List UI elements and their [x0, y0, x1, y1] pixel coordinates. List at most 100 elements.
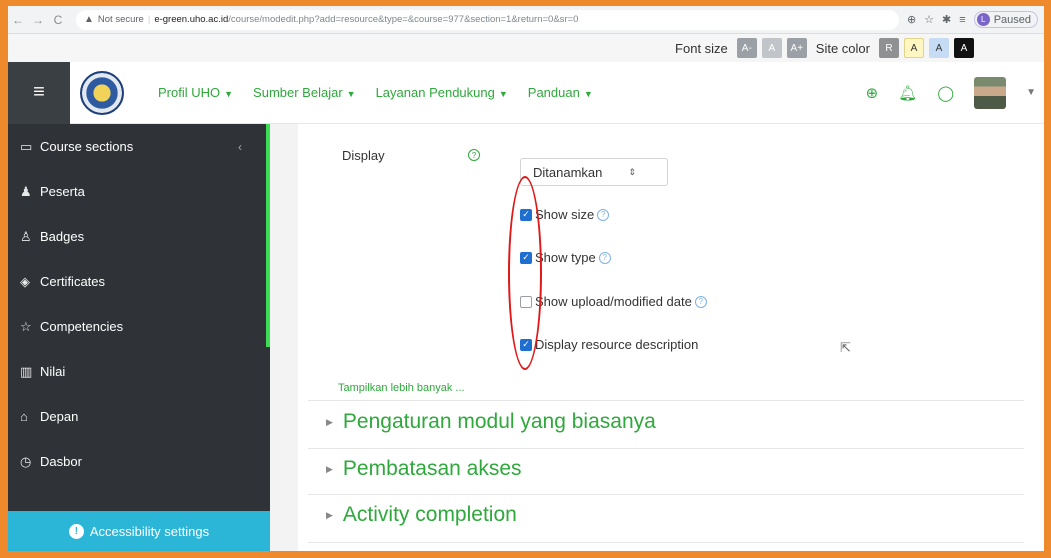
browser-actions: ⊕ ☆ ✱ ≡ L Paused [907, 11, 1044, 28]
course-sidebar: ▭ Course sections ‹ ♟ Peserta ♙ Badges ◈… [8, 124, 270, 551]
display-select[interactable]: Ditanamkan ⇕ [520, 158, 668, 186]
sidebar-item-depan[interactable]: ⌂ Depan [8, 394, 270, 439]
url-path: /course/modedit.php?add=resource&type=&c… [228, 14, 579, 25]
expand-triangle-icon: ▶ [326, 509, 333, 520]
color-blue-button[interactable]: A [929, 38, 949, 58]
sidebar-item-course-sections[interactable]: ▭ Course sections ‹ [8, 124, 270, 169]
section-title: Pembatasan akses [342, 457, 522, 480]
display-description-option[interactable]: ✓ Display resource description [520, 337, 698, 352]
globe-icon[interactable]: ⊕ [866, 84, 879, 102]
caret-down-icon: ▼ [224, 89, 234, 99]
section-divider [308, 448, 1024, 449]
chevron-left-icon[interactable]: ‹ [238, 140, 242, 154]
folder-icon: ▭ [20, 138, 33, 154]
menu-layanan-pendukung[interactable]: Layanan Pendukung ▼ [376, 85, 508, 100]
chat-icon[interactable]: ◯ [937, 84, 954, 102]
sidebar-item-certificates[interactable]: ◈ Certificates [8, 259, 270, 304]
extensions-icon[interactable]: ✱ [942, 13, 951, 26]
sidebar-item-label: Course sections [40, 139, 134, 154]
users-icon: ♟ [20, 183, 32, 199]
menu-label: Layanan Pendukung [375, 85, 495, 100]
display-label: Display [342, 148, 385, 163]
section-access-restrictions[interactable]: ▶ Pembatasan akses [326, 457, 522, 481]
main-content: Display ? Ditanamkan ⇕ ✓ Show size ? ✓ S… [298, 124, 1044, 551]
bell-icon[interactable]: 🔔︎ [898, 84, 917, 102]
primary-menu: Profil UHO ▼ Sumber Belajar ▼ Layanan Pend… [158, 85, 593, 100]
sidebar-item-label: Peserta [40, 184, 85, 199]
reading-list-icon[interactable]: ≡ [959, 14, 965, 26]
menu-profil-uho[interactable]: Profil UHO ▼ [158, 85, 233, 100]
show-type-label: Show type [535, 250, 596, 265]
sidebar-item-label: Certificates [40, 274, 106, 289]
badge-icon: ♙ [20, 228, 32, 244]
profile-button[interactable]: L Paused [973, 11, 1038, 28]
select-arrows-icon: ⇕ [628, 166, 636, 177]
star-icon: ☆ [20, 318, 32, 334]
expand-triangle-icon: ▶ [326, 416, 333, 427]
screenshot-frame: ← → C ▲ Not secure | e-green.uho.ac.id /… [8, 6, 1044, 551]
zoom-icon[interactable]: ⊕ [907, 13, 916, 26]
color-yellow-button[interactable]: A [904, 38, 924, 58]
dashboard-icon: ◷ [20, 453, 32, 469]
menu-panduan[interactable]: Panduan ▼ [528, 85, 593, 100]
site-navbar: ≡ Profil UHO ▼ Sumber Belajar ▼ Layanan Pe… [8, 61, 1044, 124]
sidebar-item-nilai[interactable]: ▥ Nilai [8, 349, 270, 394]
font-increase-button[interactable]: A+ [786, 38, 807, 58]
grades-icon: ▥ [20, 363, 33, 379]
section-title: Pengaturan modul yang biasanya [342, 410, 656, 433]
mouse-cursor-icon: ⇱ [840, 340, 851, 355]
forward-icon[interactable]: → [28, 13, 48, 27]
font-size-label: Font size [675, 40, 728, 56]
font-decrease-button[interactable]: A- [736, 38, 757, 58]
annotation-oval [508, 176, 542, 370]
certificate-icon: ◈ [20, 273, 30, 289]
security-label: Not secure [97, 14, 144, 25]
warning-icon: ▲ [84, 14, 94, 25]
bookmark-star-icon[interactable]: ☆ [924, 13, 934, 26]
reload-icon[interactable]: C [48, 13, 68, 27]
accessibility-settings-label: Accessibility settings [89, 523, 210, 539]
caret-down-icon: ▼ [583, 89, 593, 99]
sidebar-item-competencies[interactable]: ☆ Competencies [8, 304, 270, 349]
url-divider: | [147, 14, 151, 25]
color-reset-button[interactable]: R [879, 38, 899, 58]
section-divider [308, 400, 1024, 401]
section-common-settings[interactable]: ▶ Pengaturan modul yang biasanya [326, 410, 656, 434]
show-size-label: Show size [535, 207, 595, 222]
show-date-option[interactable]: Show upload/modified date ? [520, 294, 707, 309]
section-divider [308, 542, 1024, 543]
user-menu-caret-icon[interactable]: ▼ [1026, 87, 1036, 98]
sidebar-item-label: Depan [40, 409, 79, 424]
user-avatar[interactable] [974, 76, 1007, 109]
help-icon[interactable]: ? [694, 295, 707, 308]
back-icon[interactable]: ← [8, 13, 28, 27]
menu-label: Panduan [527, 85, 580, 100]
help-icon[interactable]: ? [597, 208, 610, 221]
sidebar-item-badges[interactable]: ♙ Badges [8, 214, 270, 259]
caret-down-icon: ▼ [498, 89, 508, 99]
browser-toolbar: ← → C ▲ Not secure | e-green.uho.ac.id /… [8, 6, 1044, 34]
show-more-link[interactable]: Tampilkan lebih banyak ... [338, 382, 465, 394]
hamburger-menu-icon[interactable]: ≡ [8, 61, 70, 124]
sidebar-item-label: Badges [40, 229, 85, 244]
university-logo[interactable] [80, 70, 124, 115]
home-icon: ⌂ [20, 409, 28, 424]
color-black-button[interactable]: A [954, 38, 974, 58]
menu-sumber-belajar[interactable]: Sumber Belajar ▼ [253, 85, 356, 100]
section-activity-completion[interactable]: ▶ Activity completion [326, 503, 517, 527]
display-description-label: Display resource description [535, 337, 699, 352]
help-icon[interactable]: ? [598, 251, 611, 264]
navbar-actions: ⊕ 🔔︎ ◯ ▼ [866, 76, 1036, 109]
url-host: e-green.uho.ac.id [154, 14, 229, 25]
sidebar-item-peserta[interactable]: ♟ Peserta [8, 169, 270, 214]
sidebar-item-dasbor[interactable]: ◷ Dasbor [8, 439, 270, 484]
font-reset-button[interactable]: A [761, 38, 782, 58]
accessibility-settings-button[interactable]: ! Accessibility settings [8, 511, 270, 551]
site-color-label: Site color [815, 40, 870, 56]
help-icon[interactable]: ? [468, 149, 480, 161]
section-title: Activity completion [342, 503, 517, 526]
info-icon: ! [68, 523, 84, 539]
address-bar[interactable]: ▲ Not secure | e-green.uho.ac.id /course… [76, 9, 899, 30]
sidebar-item-label: Dasbor [40, 454, 82, 469]
menu-label: Profil UHO [158, 85, 221, 100]
